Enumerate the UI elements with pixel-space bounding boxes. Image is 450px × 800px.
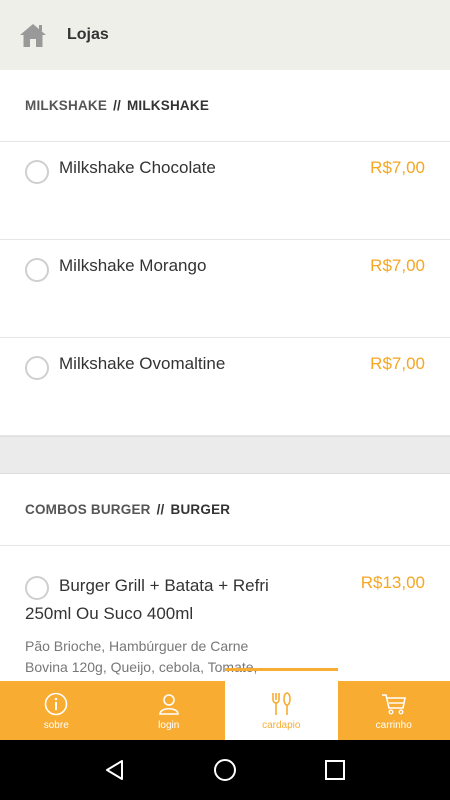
menu-item[interactable]: Burger Grill + Batata + Refri 250ml Ou S… [0,546,450,681]
back-icon[interactable] [101,756,129,784]
menu-item[interactable]: Milkshake Ovomaltine R$7,00 [0,338,450,436]
bottom-tab-bar: sobre login cardapio carrinho [0,668,450,740]
item-radio[interactable] [25,258,49,282]
tab-label: carrinho [375,719,412,731]
user-icon [156,691,182,717]
item-name-line1: Burger Grill + Batata + Refri [59,576,269,595]
tab-carrinho[interactable]: carrinho [338,681,450,740]
item-name: Milkshake Morango [59,256,207,275]
app-bar: Lojas [0,0,450,70]
item-price: R$7,00 [370,354,425,373]
section-header-combos: COMBOS BURGER // BURGER [0,474,450,546]
page-title: Lojas [67,26,109,43]
tab-sobre[interactable]: sobre [0,681,113,740]
item-name-line2: 250ml Ou Suco 400ml [25,604,194,623]
section-separator: // [113,98,121,113]
item-name: Burger Grill + Batata + Refri 250ml Ou S… [25,572,335,628]
item-price: R$7,00 [370,158,425,177]
section-subcategory: MILKSHAKE [126,98,210,113]
recents-icon[interactable] [321,756,349,784]
item-name: Milkshake Ovomaltine [59,354,226,373]
tab-login[interactable]: login [113,681,226,740]
menu-item[interactable]: Milkshake Chocolate R$7,00 [0,142,450,240]
item-price: R$13,00 [360,573,425,592]
cart-icon [381,691,407,717]
menu-list[interactable]: MILKSHAKE // MILKSHAKE Milkshake Chocola… [0,70,450,681]
item-description: Pão Brioche, Hambúrguer de Carne Bovina … [25,638,258,681]
item-radio[interactable] [25,160,49,184]
tab-label: cardapio [262,719,301,731]
info-icon [43,691,69,717]
section-separator: // [156,502,165,517]
item-price: R$7,00 [370,256,425,275]
tab-label: login [158,719,180,731]
item-radio[interactable] [25,356,49,380]
menu-item[interactable]: Milkshake Morango R$7,00 [0,240,450,338]
section-category: MILKSHAKE [25,98,108,113]
home-icon[interactable] [19,21,47,49]
tab-cardapio[interactable]: cardapio [225,668,338,740]
tab-label: sobre [43,719,69,731]
home-circle-icon[interactable] [211,756,239,784]
section-divider [0,436,450,474]
section-subcategory: BURGER [170,502,231,517]
section-category: COMBOS BURGER [25,502,151,517]
cutlery-icon [268,691,294,717]
section-header-milkshake: MILKSHAKE // MILKSHAKE [0,70,450,142]
item-name: Milkshake Chocolate [59,158,216,177]
system-nav-bar [0,740,450,800]
